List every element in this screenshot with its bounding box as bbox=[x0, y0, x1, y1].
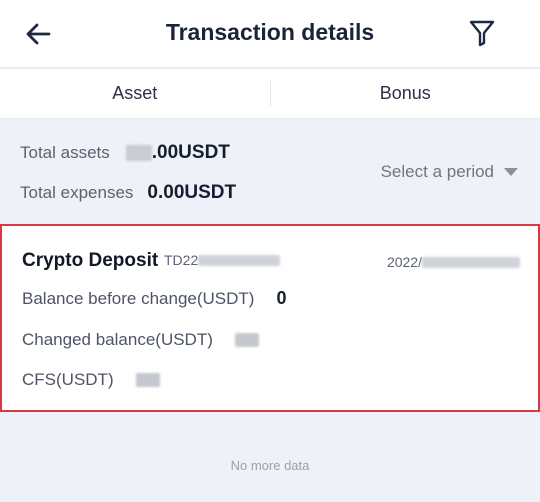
tab-bonus[interactable]: Bonus bbox=[271, 69, 540, 118]
cfs-row: CFS(USDT) bbox=[22, 370, 160, 390]
transaction-date: 2022/ bbox=[387, 254, 520, 270]
redacted-value bbox=[125, 145, 152, 161]
total-assets-row: Total assets .00USDT bbox=[20, 142, 230, 164]
total-expenses-label: Total expenses bbox=[20, 183, 134, 202]
total-assets-label: Total assets bbox=[20, 143, 110, 162]
changed-balance-label: Changed balance(USDT) bbox=[22, 330, 213, 349]
tab-bar: Asset Bonus bbox=[0, 69, 540, 119]
header-bar: Transaction details bbox=[0, 0, 540, 68]
period-label: Select a period bbox=[380, 162, 494, 181]
balance-before-value: 0 bbox=[276, 288, 287, 308]
transaction-date-prefix: 2022/ bbox=[386, 254, 422, 270]
total-expenses-value: 0.00USDT bbox=[147, 182, 237, 203]
tab-asset[interactable]: Asset bbox=[0, 69, 270, 118]
redacted-changed-balance bbox=[234, 333, 259, 347]
period-selector[interactable]: Select a period bbox=[381, 162, 518, 182]
balance-before-row: Balance before change(USDT) 0 bbox=[22, 288, 286, 309]
total-assets-value: .00USDT bbox=[151, 142, 230, 163]
no-more-data-text: No more data bbox=[230, 458, 310, 473]
transaction-id: TD22 bbox=[164, 252, 281, 268]
filter-icon[interactable] bbox=[464, 15, 500, 51]
caret-down-icon bbox=[504, 168, 518, 176]
changed-balance-row: Changed balance(USDT) bbox=[22, 330, 259, 350]
redacted-id bbox=[198, 254, 281, 266]
transaction-card[interactable]: Crypto Deposit TD22 2022/ Balance before… bbox=[0, 224, 540, 412]
transaction-id-prefix: TD22 bbox=[164, 252, 199, 268]
redacted-cfs bbox=[135, 373, 160, 387]
asset-summary: Total assets .00USDT Total expenses 0.00… bbox=[0, 120, 540, 223]
total-expenses-row: Total expenses 0.00USDT bbox=[20, 182, 236, 204]
page-title: Transaction details bbox=[165, 19, 375, 45]
balance-before-label: Balance before change(USDT) bbox=[22, 288, 255, 308]
transaction-type: Crypto Deposit bbox=[22, 250, 159, 271]
cfs-label: CFS(USDT) bbox=[22, 370, 114, 389]
redacted-date bbox=[422, 256, 520, 268]
